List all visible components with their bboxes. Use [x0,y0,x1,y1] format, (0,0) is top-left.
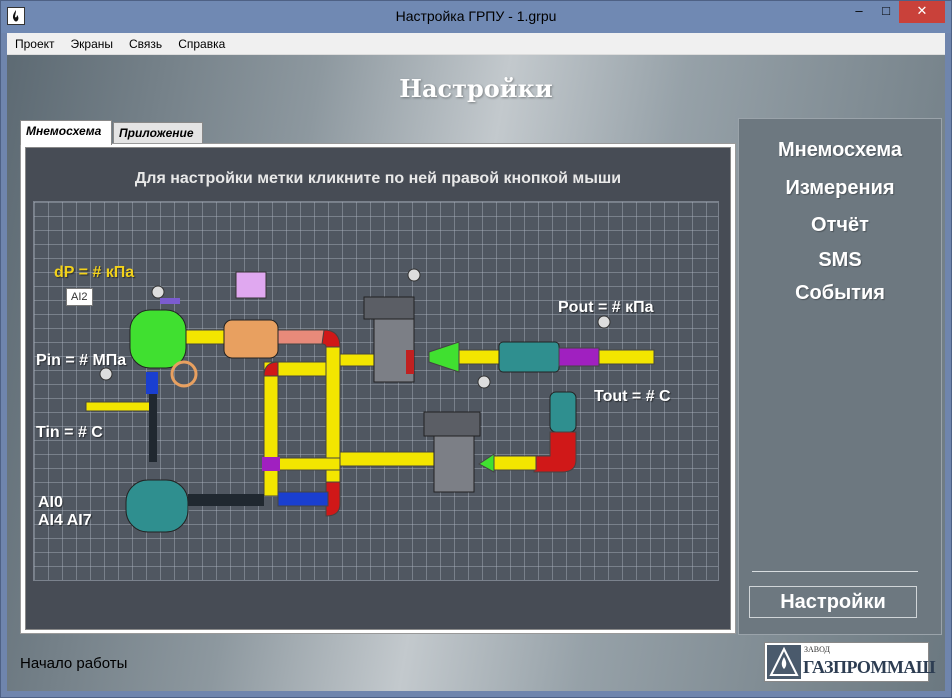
menu-bar: Проект Экраны Связь Справка [7,33,945,55]
reducer-green-2 [478,453,495,473]
status-text: Начало работы [20,655,128,672]
tab-mnemoscheme[interactable]: Мнемосхема [20,120,112,145]
tab-application[interactable]: Приложение [113,122,203,144]
tab-panel: Для настройки метки кликните по ней прав… [20,143,736,634]
menu-connection[interactable]: Связь [121,33,170,55]
filter-right [549,391,577,433]
nav-divider [752,571,918,572]
valve-orange [223,319,279,359]
regulator-1-head [363,296,415,320]
nav-events[interactable]: События [739,282,941,305]
ai4-ai7-label[interactable]: AI4 AI7 [38,512,92,530]
vertical-main-pipe [325,346,341,498]
company-logo: ЗАВОД ГАЗПРОММАШ [764,642,936,682]
gauge-outlet [597,315,611,329]
maximize-button[interactable]: □ [873,1,899,23]
bypass-vertical [263,375,279,497]
scheme-hint: Для настройки метки кликните по ней прав… [134,170,622,187]
title-bar[interactable]: Настройка ГРПУ - 1.grpu – □ ✕ [1,1,951,33]
menu-help[interactable]: Справка [170,33,233,55]
gauge-reg1 [407,268,421,282]
client-area: Настройки Мнемосхема Приложение Для наст… [7,55,945,691]
nav-panel: Мнемосхема Измерения Отчёт SMS События Н… [738,118,942,635]
dp-label[interactable]: dP = # кПа [54,264,134,282]
close-button[interactable]: ✕ [899,1,945,23]
mid-header-pipe [339,451,441,467]
nav-sms[interactable]: SMS [739,249,941,272]
outlet-pipe-end [598,349,655,365]
logo-small-text: ЗАВОД [804,645,830,654]
page-title: Настройки [399,74,553,103]
nav-settings-button[interactable]: Настройки [749,586,917,618]
tin-label[interactable]: Tin = # C [36,424,103,442]
magenta-marker [262,457,280,471]
filter-green [129,309,187,369]
nav-measurements[interactable]: Измерения [739,177,941,200]
tout-label[interactable]: Tout = # C [594,388,671,406]
lower-pipe-dark [188,494,264,506]
pout-label[interactable]: Pout = # кПа [558,299,654,317]
outlet-pipe-1 [458,349,500,365]
inlet-pipe [85,401,157,412]
app-window: Настройка ГРПУ - 1.grpu – □ ✕ Проект Экра… [0,0,952,698]
logo-flame-icon [767,645,801,679]
ai0-label[interactable]: AI0 [38,494,63,512]
regulator-2-head [423,411,481,437]
top-feed-pipe-pink [273,329,325,345]
window-title: Настройка ГРПУ - 1.grpu [395,8,557,24]
tooltip-ai2: AI2 [66,288,93,306]
gauge-filter-top [151,285,165,299]
nav-mnemoscheme[interactable]: Мнемосхема [739,139,941,162]
regulator-1-flange [406,350,414,374]
dp-transmitter-line [160,298,180,304]
menu-project[interactable]: Проект [7,33,63,55]
reducer-green-1 [428,341,460,373]
regulator-2-body [433,431,475,493]
outlet-pipe-2 [493,455,537,471]
mnemoscheme-canvas: Для настройки метки кликните по ней прав… [25,147,731,630]
outlet-magenta-section [558,347,600,367]
blue-pipe-bottom [277,491,329,507]
blue-segment [146,372,158,394]
filter-teal-bottom [125,479,189,533]
pin-label[interactable]: Pin = # МПа [36,352,126,370]
red-elbow-right [533,431,577,473]
flow-meter [498,341,560,373]
menu-screens[interactable]: Экраны [63,33,121,55]
gauge-reg2 [477,375,491,389]
logo-name: ГАЗПРОММАШ [803,657,936,677]
minimize-button[interactable]: – [846,1,872,23]
actuator-pink [235,271,267,299]
handwheel [170,360,198,388]
nav-report[interactable]: Отчёт [739,214,941,237]
